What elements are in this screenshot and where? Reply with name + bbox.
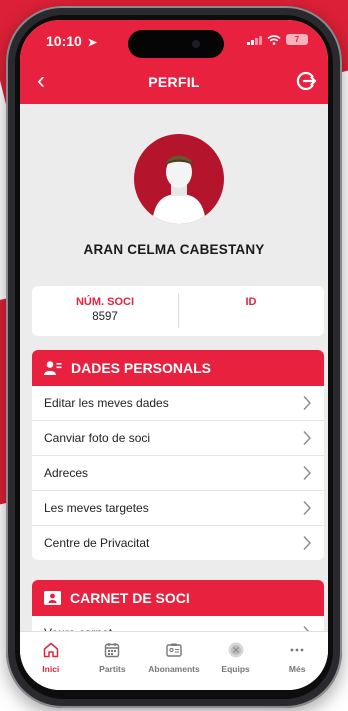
tab-mes[interactable]: Més [266, 632, 328, 690]
avatar [134, 134, 224, 224]
member-id-block: ID [178, 296, 324, 308]
menu-item-privacy-center[interactable]: Centre de Privacitat [32, 526, 324, 560]
wifi-icon [267, 34, 281, 45]
member-id-card: NÚM. SOCI 8597 ID [32, 286, 324, 336]
chevron-right-icon [303, 466, 311, 480]
chevron-right-icon [303, 396, 311, 410]
menu-item-label: Centre de Privacitat [44, 536, 150, 550]
member-id-label: ID [245, 296, 257, 308]
team-icon [228, 642, 244, 658]
logout-icon[interactable] [294, 69, 318, 93]
user-silhouette-icon [152, 155, 206, 224]
menu-item-label: Canviar foto de soci [44, 431, 151, 445]
menu-item-label: Editar les meves dades [44, 396, 169, 410]
member-number-value: 8597 [92, 311, 118, 323]
menu-item-label: Adreces [44, 466, 89, 480]
more-icon [290, 648, 304, 652]
menu-item-label: Les meves targetes [44, 501, 149, 515]
menu-item-change-photo[interactable]: Canviar foto de soci [32, 421, 324, 456]
tab-label: Més [288, 664, 306, 674]
id-card-icon [44, 591, 61, 605]
chevron-right-icon [303, 536, 311, 550]
personal-data-header: DADES PERSONALS [32, 350, 324, 386]
app-header: ‹ PERFIL [20, 60, 328, 104]
personal-data-section: DADES PERSONALS Editar les meves dades C… [32, 350, 324, 560]
status-icons: 7 [247, 34, 308, 45]
member-number-label: NÚM. SOCI [75, 296, 135, 308]
chevron-right-icon [303, 501, 311, 515]
page-title: PERFIL [148, 74, 200, 90]
calendar-icon [105, 643, 120, 658]
signal-icon [247, 35, 262, 45]
app-screen: 10:10 ➤ 7 ‹ PERFIL ARAN CELMA CABESTANY … [20, 20, 328, 690]
menu-item-edit-data[interactable]: Editar les meves dades [32, 386, 324, 421]
tab-abonaments[interactable]: Abonaments [143, 632, 205, 690]
member-number-block: NÚM. SOCI 8597 [32, 296, 178, 323]
status-time: 10:10 ➤ [46, 33, 97, 49]
home-icon [43, 642, 59, 658]
menu-item-cards[interactable]: Les meves targetes [32, 491, 324, 526]
menu-item-addresses[interactable]: Adreces [32, 456, 324, 491]
chevron-right-icon [303, 431, 311, 445]
location-arrow-icon: ➤ [87, 37, 97, 49]
tab-label: Abonaments [148, 664, 200, 674]
camera-icon [192, 40, 200, 48]
tab-label: Inici [42, 664, 60, 674]
tab-equips[interactable]: Equips [205, 632, 267, 690]
user-list-icon [44, 361, 62, 375]
tab-label: Partits [99, 664, 126, 674]
user-name: ARAN CELMA CABESTANY [83, 242, 265, 257]
battery-icon: 7 [286, 34, 308, 45]
member-card-title: CARNET DE SOCI [70, 590, 190, 606]
personal-data-title: DADES PERSONALS [71, 360, 212, 376]
dynamic-island [128, 30, 224, 58]
bottom-tab-bar: Inici Partits Abonaments Equips Més [20, 631, 328, 690]
tab-label: Equips [221, 664, 250, 674]
status-time-text: 10:10 [46, 33, 82, 49]
tab-partits[interactable]: Partits [82, 632, 144, 690]
member-card-header: CARNET DE SOCI [32, 580, 324, 616]
tab-inici[interactable]: Inici [20, 632, 82, 690]
status-bar: 10:10 ➤ 7 [20, 20, 328, 60]
ticket-icon [166, 643, 182, 657]
